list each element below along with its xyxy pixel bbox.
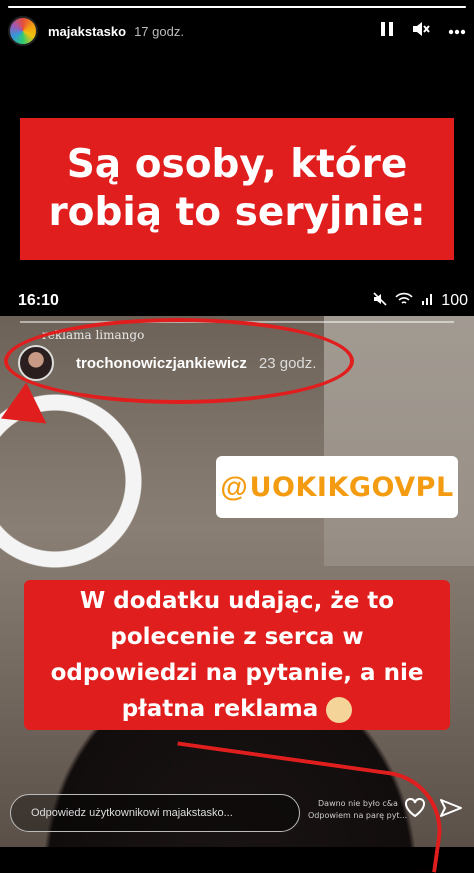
caption-text: W dodatku udając, że to polecenie z serc… [50, 588, 424, 723]
battery-text: 100 [441, 292, 468, 309]
mention-text: UOKIKGOVPL [249, 471, 454, 503]
mention-tag[interactable]: @ UOKIKGOVPL [216, 456, 458, 518]
signal-icon [421, 292, 433, 311]
story-username[interactable]: majakstasko [48, 24, 126, 39]
wifi-icon [395, 292, 413, 311]
story-progress-bar [8, 6, 466, 8]
mute-icon[interactable] [412, 21, 430, 42]
red-circle-annotation [4, 318, 354, 404]
phone-clock: 16:10 [18, 292, 59, 309]
story-time: 17 godz. [134, 23, 184, 39]
threads-icon: @ [220, 471, 248, 502]
story-header: majakstasko 17 godz. [8, 14, 466, 48]
caption-banner: W dodatku udając, że to polecenie z serc… [24, 580, 450, 730]
title-banner: Są osoby, które robią to seryjnie: [20, 118, 454, 260]
shrug-emoji-icon [326, 696, 353, 723]
pause-icon[interactable] [380, 21, 394, 42]
reply-placeholder: Odpowiedz użytkownikowi majakstasko... [31, 807, 233, 819]
more-icon[interactable] [448, 22, 466, 40]
avatar[interactable] [8, 16, 38, 46]
title-text: Są osoby, które robią to seryjnie: [48, 142, 426, 235]
reply-input[interactable]: Odpowiedz użytkownikowi majakstasko... [10, 794, 300, 832]
send-icon[interactable] [440, 798, 462, 823]
heart-icon[interactable] [404, 797, 426, 823]
embedded-phone-status-bar: 16:10 100 [18, 288, 474, 314]
mute-status-icon [373, 291, 387, 311]
